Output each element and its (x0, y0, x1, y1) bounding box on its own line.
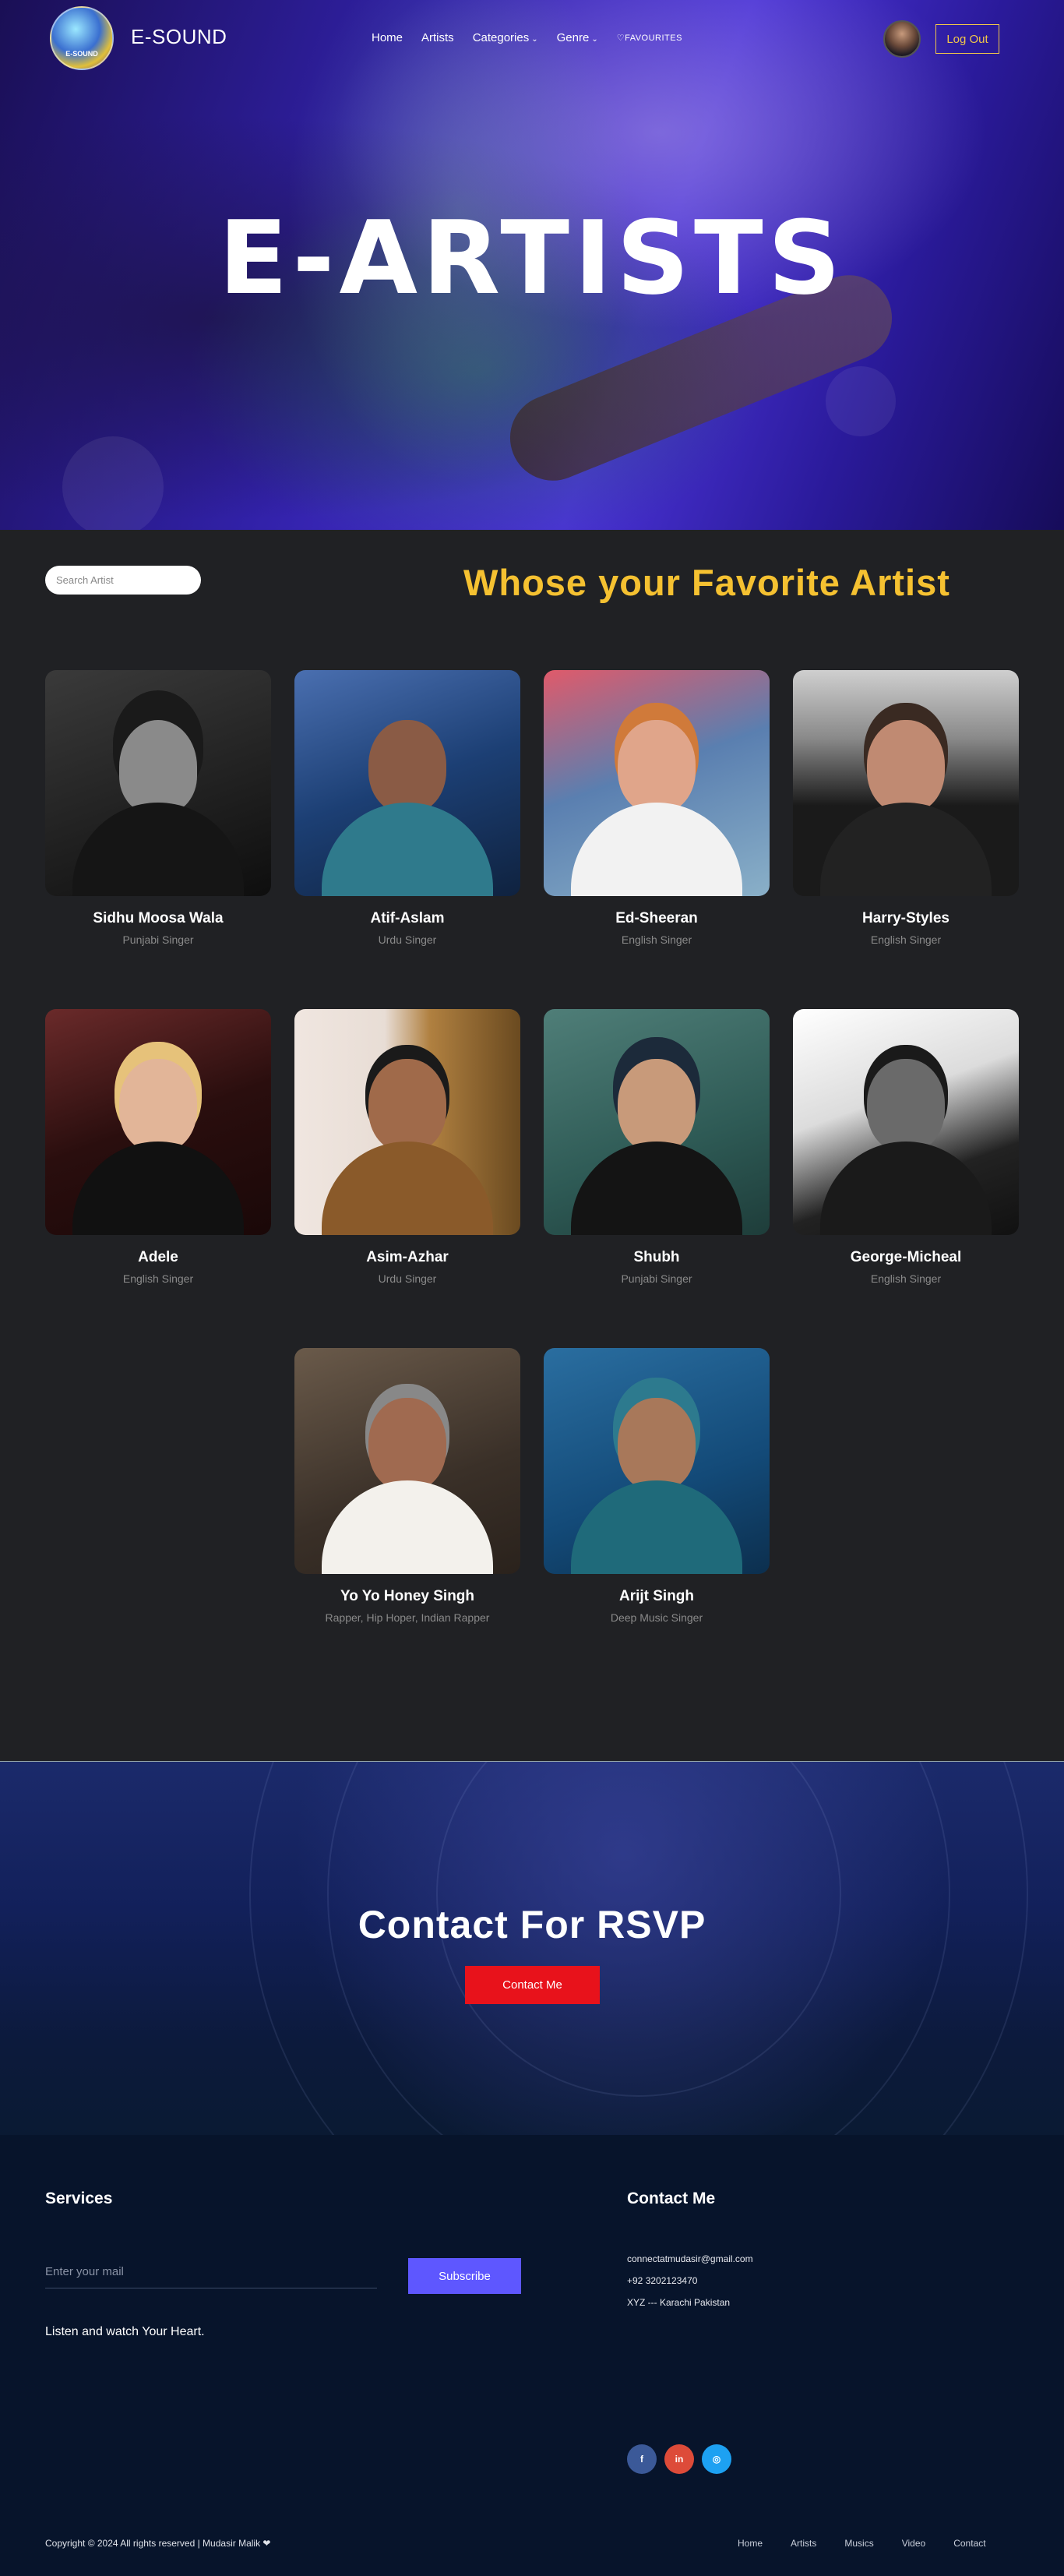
artist-photo (294, 1009, 520, 1235)
artist-role: Urdu Singer (378, 1272, 437, 1285)
footer-tagline: Listen and watch Your Heart. (45, 2325, 205, 2338)
footer-links: Home Artists Musics Video Contact (738, 2538, 986, 2549)
search-artist-input[interactable] (45, 566, 201, 595)
artist-card[interactable]: Harry-Styles English Singer (793, 670, 1019, 946)
hero-bokeh-light (62, 436, 164, 530)
nav-genre[interactable]: Genre ⌄ (557, 31, 598, 44)
artist-name: Atif-Aslam (370, 910, 445, 926)
artist-card[interactable]: Yo Yo Honey Singh Rapper, Hip Hoper, Ind… (294, 1348, 520, 1624)
artist-name: Adele (138, 1249, 178, 1265)
artist-photo (544, 670, 770, 896)
footer-link-musics[interactable]: Musics (844, 2538, 873, 2549)
artist-role: English Singer (122, 1272, 194, 1285)
artist-card[interactable]: Ed-Sheeran English Singer (544, 670, 770, 946)
artist-role: English Singer (870, 933, 942, 946)
artist-name: Shubh (633, 1249, 680, 1265)
logout-button[interactable]: Log Out (935, 24, 999, 54)
section-title: Whose your Favorite Artist (463, 562, 950, 603)
contact-phone: +92 3202123470 (627, 2275, 698, 2286)
nav-artists[interactable]: Artists (421, 31, 454, 44)
artist-role: English Singer (621, 933, 692, 946)
artist-name: Ed-Sheeran (615, 910, 698, 926)
contact-rsvp-section: Contact For RSVP Contact Me (0, 1761, 1064, 2135)
facebook-icon[interactable]: f (627, 2444, 657, 2474)
copyright-text: Copyright © 2024 All rights reserved | M… (45, 2538, 271, 2549)
artist-name: Sidhu Moosa Wala (93, 910, 224, 926)
artist-photo (294, 1348, 520, 1574)
chevron-down-icon: ⌄ (531, 35, 538, 44)
nav-home[interactable]: Home (372, 31, 403, 44)
footer-link-artists[interactable]: Artists (791, 2538, 816, 2549)
linkedin-icon[interactable]: in (664, 2444, 694, 2474)
nav-genre-label: Genre (556, 31, 590, 44)
hero-section: E-SOUND E-SOUND Home Artists Categories ⌄… (0, 0, 1064, 530)
artist-role: Deep Music Singer (610, 1611, 703, 1624)
logo-text: E-SOUND (65, 50, 98, 58)
artist-name: Yo Yo Honey Singh (340, 1588, 475, 1604)
hero-title: E-ARTISTS (218, 199, 846, 317)
artist-name: Asim-Azhar (366, 1249, 449, 1265)
artist-role: English Singer (870, 1272, 942, 1285)
nav-favourites[interactable]: ♡FAVOURITES (617, 33, 682, 43)
contact-me-button[interactable]: Contact Me (465, 1966, 600, 2004)
artist-photo (544, 1009, 770, 1235)
artist-photo (294, 670, 520, 896)
artist-role: Punjabi Singer (122, 933, 194, 946)
footer-link-home[interactable]: Home (738, 2538, 763, 2549)
brand-name[interactable]: E-SOUND (131, 25, 227, 49)
nav-links: Home Artists Categories ⌄ Genre ⌄ ♡FAVOURI… (372, 31, 682, 44)
footer-link-video[interactable]: Video (902, 2538, 925, 2549)
artist-card[interactable]: Adele English Singer (45, 1009, 271, 1285)
artist-photo (793, 670, 1019, 896)
subscribe-button[interactable]: Subscribe (408, 2258, 521, 2294)
artist-name: Harry-Styles (862, 910, 949, 926)
artist-card[interactable]: Shubh Punjabi Singer (544, 1009, 770, 1285)
contact-heading: Contact Me (627, 2190, 716, 2207)
artist-photo (793, 1009, 1019, 1235)
artist-card[interactable]: Asim-Azhar Urdu Singer (294, 1009, 520, 1285)
site-logo[interactable]: E-SOUND (50, 6, 114, 70)
user-avatar[interactable] (883, 20, 921, 58)
artist-role: Punjabi Singer (621, 1272, 692, 1285)
hero-bokeh-light (826, 366, 896, 436)
artist-photo (544, 1348, 770, 1574)
contact-address: XYZ --- Karachi Pakistan (627, 2297, 731, 2308)
artist-card[interactable]: Sidhu Moosa Wala Punjabi Singer (45, 670, 271, 946)
artist-card[interactable]: Arijt Singh Deep Music Singer (544, 1348, 770, 1624)
contact-email[interactable]: connectatmudasir@gmail.com (627, 2253, 753, 2264)
footer: Services Subscribe Listen and watch Your… (0, 2135, 1064, 2576)
instagram-icon[interactable]: ◎ (702, 2444, 731, 2474)
artist-card[interactable]: George-Micheal English Singer (793, 1009, 1019, 1285)
email-subscribe-input[interactable] (45, 2256, 377, 2288)
artist-photo (45, 670, 271, 896)
footer-link-contact[interactable]: Contact (953, 2538, 985, 2549)
artist-card[interactable]: Atif-Aslam Urdu Singer (294, 670, 520, 946)
services-heading: Services (45, 2190, 113, 2207)
chevron-down-icon: ⌄ (591, 35, 598, 44)
artist-name: Arijt Singh (618, 1588, 695, 1604)
artist-name: George-Micheal (850, 1249, 962, 1265)
top-navbar: E-SOUND E-SOUND Home Artists Categories ⌄… (0, 0, 1064, 75)
artist-role: Rapper, Hip Hoper, Indian Rapper (325, 1611, 490, 1624)
artist-role: Urdu Singer (378, 933, 437, 946)
nav-categories-label: Categories (472, 31, 530, 44)
contact-title: Contact For RSVP (358, 1903, 706, 1946)
artists-section: Whose your Favorite Artist Sidhu Moosa W… (0, 530, 1064, 1761)
nav-categories[interactable]: Categories ⌄ (473, 31, 538, 44)
artist-photo (45, 1009, 271, 1235)
